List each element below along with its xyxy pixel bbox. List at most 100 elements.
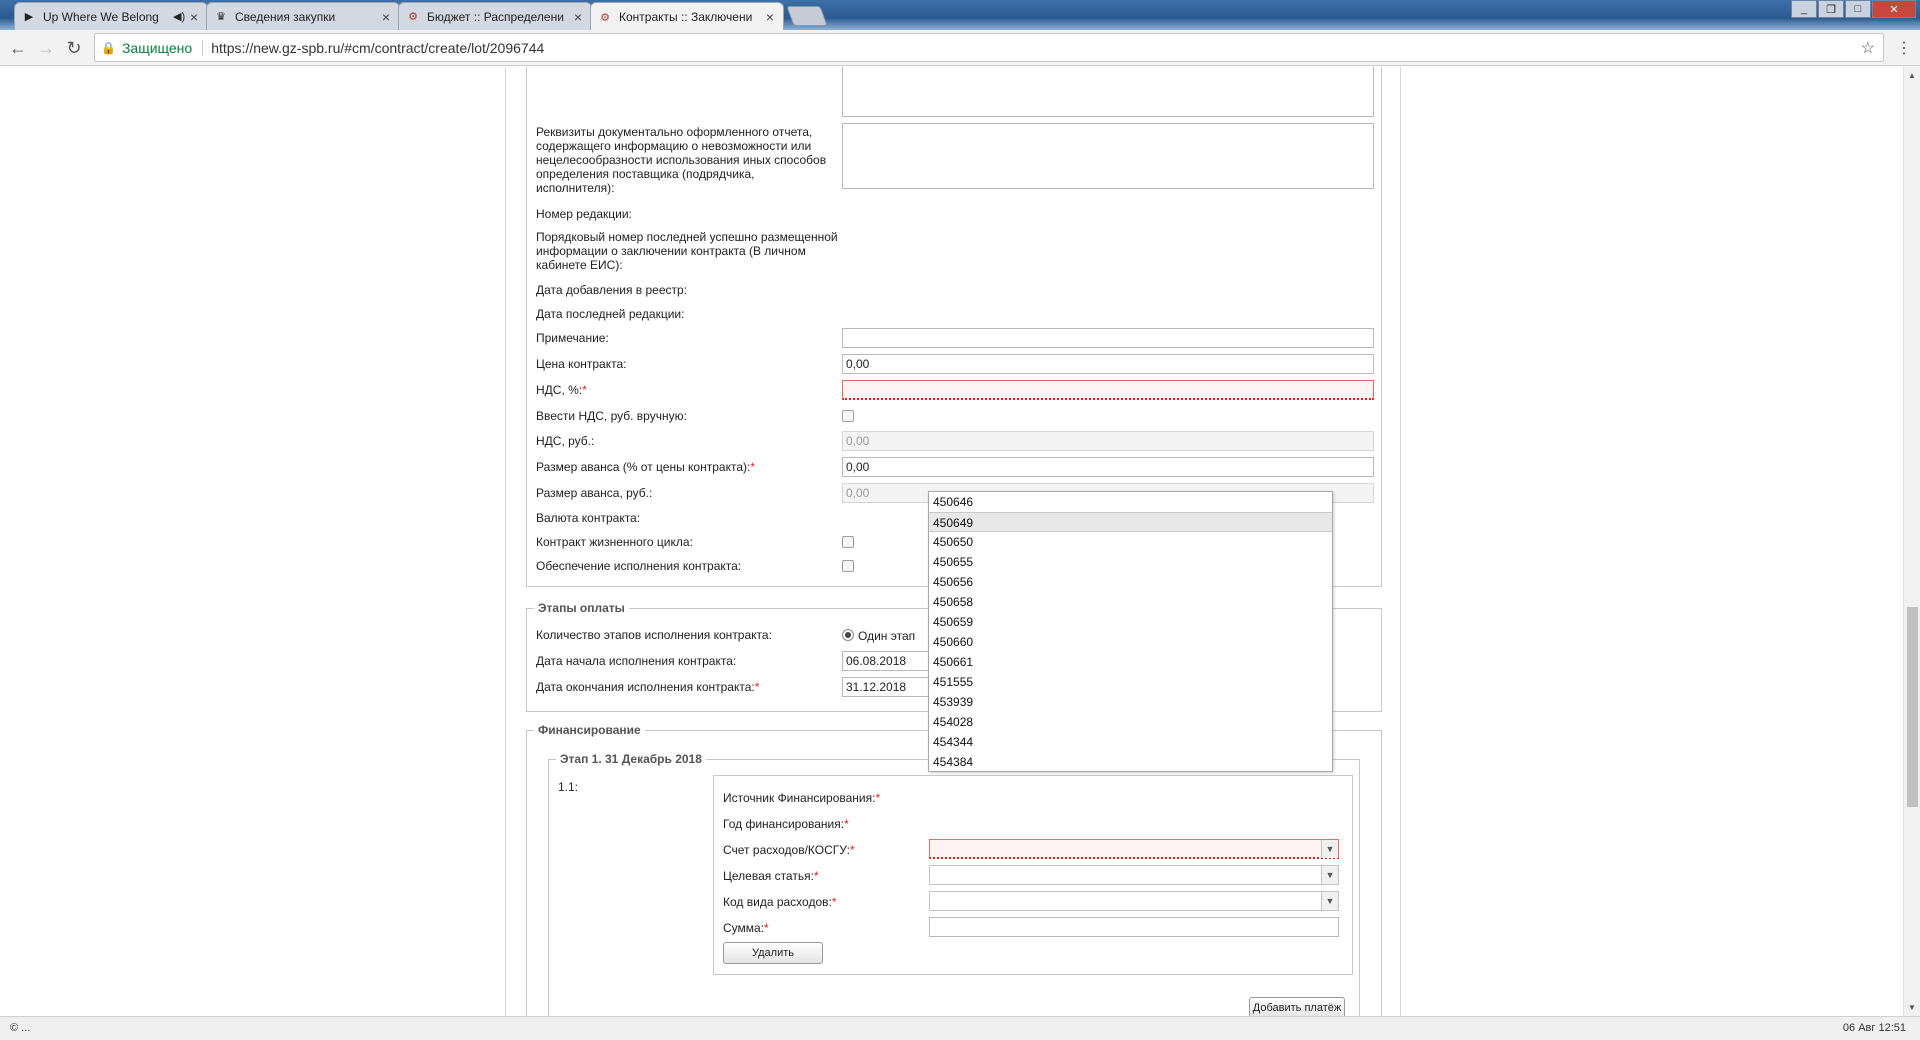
status-bar: © ... 06 Авг 12:51 <box>0 1016 1920 1040</box>
add-payment-button[interactable]: Добавить платёж <box>1249 997 1345 1016</box>
note-label: Примечание: <box>536 331 609 345</box>
kosgu-label: Счет расходов/КОСГУ:* <box>723 843 855 857</box>
forward-arrow-icon[interactable]: → <box>34 36 58 60</box>
kosgu-dropdown-list[interactable]: 450646 450649 450650 450655 450656 450658 4506… <box>928 491 1333 772</box>
chevron-down-icon[interactable]: ▼ <box>1321 866 1338 884</box>
kosgu-option[interactable]: 450660 <box>929 632 1332 652</box>
vat-manual-label: Ввести НДС, руб. вручную: <box>536 409 687 423</box>
new-tab-button[interactable] <box>786 6 828 26</box>
kosgu-option[interactable]: 453939 <box>929 692 1332 712</box>
scroll-up-icon[interactable]: ▲ <box>1908 71 1916 80</box>
security-checkbox[interactable] <box>842 560 854 572</box>
tab-label: Бюджет :: Распределени <box>427 9 564 24</box>
expense-code-combobox[interactable]: ▼ <box>929 891 1339 911</box>
serial-number-label: Порядковый номер последней успешно разме… <box>536 230 838 272</box>
target-label-text: Целевая статья: <box>723 869 814 883</box>
expense-code-label-text: Код вида расходов: <box>723 895 832 909</box>
address-bar[interactable]: 🔒 Защищено https://new.gz-spb.ru/#cm/con… <box>94 33 1884 62</box>
minimize-icon[interactable]: _ <box>1791 0 1817 18</box>
one-stage-radio-label[interactable]: Один этап <box>858 629 915 643</box>
contract-price-input[interactable]: 0,00 <box>842 354 1374 374</box>
sum-label-text: Сумма: <box>723 921 765 935</box>
speaker-icon[interactable]: ◀) <box>173 10 187 23</box>
tab-label: Сведения закупки <box>235 9 336 24</box>
required-asterisk: * <box>849 843 855 857</box>
stage-count-label: Количество этапов исполнения контракта: <box>536 628 772 642</box>
status-left: ... <box>21 1022 31 1034</box>
end-date-input[interactable]: 31.12.2018 <box>842 677 942 697</box>
browser-tab-strip: ▶ Up Where We Belong ◀) × ♛ Сведения зак… <box>0 0 1920 31</box>
financing-legend: Финансирование <box>534 723 645 737</box>
kosgu-option[interactable]: 450655 <box>929 552 1332 572</box>
scroll-down-icon[interactable]: ▼ <box>1908 1003 1916 1012</box>
sum-input[interactable] <box>929 917 1339 937</box>
url-text[interactable]: https://new.gz-spb.ru/#cm/contract/creat… <box>211 40 544 56</box>
kosgu-option[interactable]: 450658 <box>929 592 1332 612</box>
target-label: Целевая статья:* <box>723 869 819 883</box>
required-asterisk: * <box>844 817 849 831</box>
browser-toolbar: ← → ↻ 🔒 Защищено https://new.gz-spb.ru/#… <box>0 30 1920 66</box>
lifecycle-checkbox[interactable] <box>842 536 854 548</box>
vat-percent-label-text: НДС, %: <box>536 383 583 397</box>
target-combobox[interactable]: ▼ <box>929 865 1339 885</box>
kosgu-option[interactable]: 450659 <box>929 612 1332 632</box>
tab-procurement-info[interactable]: ♛ Сведения закупки × <box>206 2 400 30</box>
end-date-label: Дата окончания исполнения контракта:* <box>536 680 759 694</box>
back-arrow-icon[interactable]: ← <box>6 36 30 60</box>
kosgu-option[interactable]: 450650 <box>929 532 1332 552</box>
kosgu-option[interactable]: 451555 <box>929 672 1332 692</box>
kosgu-option[interactable]: 450656 <box>929 572 1332 592</box>
delete-button[interactable]: Удалить <box>723 942 823 964</box>
reload-icon[interactable]: ↻ <box>62 36 86 60</box>
scroll-thumb[interactable] <box>1907 607 1918 807</box>
page-scrollbar[interactable]: ▲ ▼ <box>1903 67 1920 1016</box>
report-requisites-textarea[interactable] <box>842 123 1374 189</box>
vat-manual-checkbox[interactable] <box>842 410 854 422</box>
chevron-down-icon[interactable]: ▼ <box>1321 840 1338 858</box>
close-tab-icon[interactable]: × <box>571 9 585 25</box>
maximize-icon[interactable]: □ <box>1845 0 1871 18</box>
note-input[interactable] <box>842 328 1374 348</box>
start-date-label: Дата начала исполнения контракта: <box>536 654 737 668</box>
advance-percent-label-text: Размер аванса (% от цены контракта): <box>536 460 751 474</box>
start-date-input[interactable]: 06.08.2018 <box>842 651 942 671</box>
kosgu-option[interactable]: 454344 <box>929 732 1332 752</box>
tab-label: Up Where We Belong <box>43 9 159 24</box>
close-tab-icon[interactable]: × <box>763 9 777 25</box>
kosgu-option[interactable]: 450649 <box>929 512 1332 532</box>
vat-percent-input[interactable] <box>842 380 1374 400</box>
close-window-icon[interactable]: ✕ <box>1872 0 1916 18</box>
top-textarea[interactable] <box>842 67 1374 117</box>
kosgu-option[interactable]: 450661 <box>929 652 1332 672</box>
advance-percent-input[interactable]: 0,00 <box>842 457 1374 477</box>
tab-youtube[interactable]: ▶ Up Where We Belong ◀) × <box>14 2 208 30</box>
required-asterisk: * <box>764 921 769 935</box>
kosgu-option[interactable]: 454028 <box>929 712 1332 732</box>
gz-spb-logo-icon: ⚙ <box>408 11 418 23</box>
tab-budget[interactable]: ⚙ Бюджет :: Распределени × <box>398 2 592 30</box>
required-asterisk: * <box>875 791 881 805</box>
tab-label: Контракты :: Заключени <box>619 10 753 24</box>
report-requisites-label: Реквизиты документально оформленного отч… <box>536 125 827 195</box>
close-tab-icon[interactable]: × <box>379 9 393 25</box>
kosgu-option[interactable]: 454384 <box>929 752 1332 772</box>
one-stage-radio[interactable] <box>842 629 854 641</box>
expense-code-label: Код вида расходов:* <box>723 895 837 909</box>
sum-label: Сумма:* <box>723 921 769 935</box>
menu-dots-icon[interactable]: ⋮ <box>1896 38 1912 58</box>
kosgu-combobox[interactable]: ▼ <box>929 839 1339 859</box>
restore-icon[interactable]: ❐ <box>1818 0 1844 18</box>
source-label: Источник Финансирования:* <box>723 791 880 805</box>
payment-stages-legend: Этапы оплаты <box>534 601 629 615</box>
kosgu-option[interactable]: 450646 <box>929 492 1332 512</box>
chevron-down-icon[interactable]: ▼ <box>1321 892 1338 910</box>
close-tab-icon[interactable]: × <box>187 9 201 25</box>
currency-label: Валюта контракта: <box>536 511 641 525</box>
advance-percent-label: Размер аванса (% от цены контракта):* <box>536 460 755 474</box>
financing-item-number: 1.1: <box>558 780 579 794</box>
last-revision-date-label: Дата последней редакции: <box>536 307 685 321</box>
gz-spb-logo-icon: ⚙ <box>600 11 610 24</box>
tab-contracts[interactable]: ⚙ Контракты :: Заключени × <box>590 2 784 31</box>
bookmark-star-icon[interactable]: ☆ <box>1861 38 1875 58</box>
vat-rub-label: НДС, руб.: <box>536 434 595 448</box>
